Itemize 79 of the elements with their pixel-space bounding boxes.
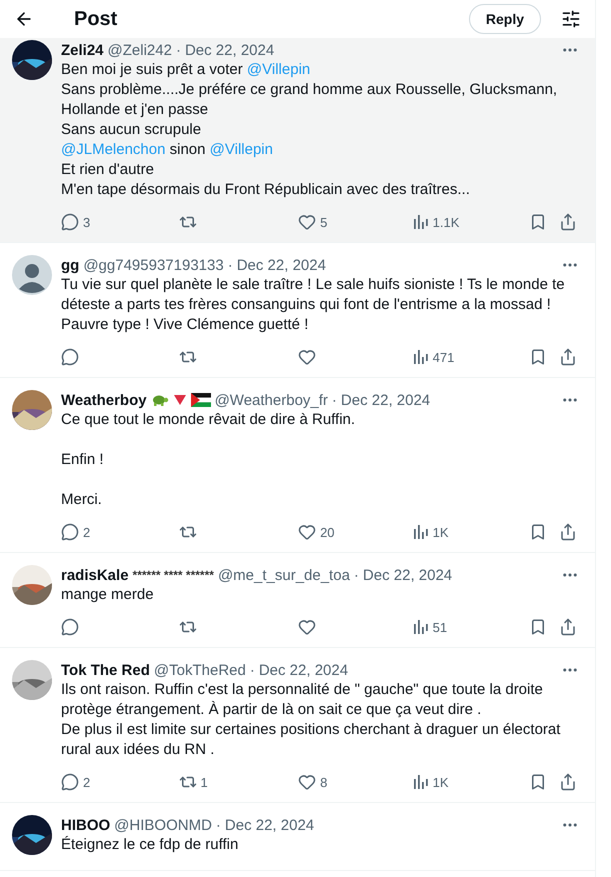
settings-icon[interactable] <box>561 9 581 29</box>
separator-dot: · <box>354 566 359 584</box>
user-handle[interactable]: @Weatherboy_fr <box>214 392 328 408</box>
reply-text: De plus il est limite sur certaines positions cherchant à draguer un électorat rural aux idées du RN . <box>61 720 562 760</box>
reply-icon[interactable] <box>61 523 79 541</box>
user-name[interactable]: gg <box>61 256 80 274</box>
reply-icon[interactable] <box>61 618 79 636</box>
view-count: 1K <box>432 774 449 790</box>
user-name[interactable]: Weatherboy <box>61 392 147 408</box>
reply-text: Sans problème....Je préfére ce grand homme aux Rousselle, Glucksmann, Hollande et j'en passe <box>61 80 558 120</box>
view-count: 471 <box>432 350 454 364</box>
user-name[interactable]: HIBOO <box>61 816 110 834</box>
reply-text: Ben moi je suis prêt a voter @Villepin <box>61 60 312 80</box>
share-icon[interactable] <box>559 773 578 791</box>
view-count: 1K <box>432 524 449 540</box>
user-name[interactable]: radisKale <box>61 566 129 584</box>
like-count: 20 <box>320 524 335 540</box>
user-handle[interactable]: @Zeli242 <box>108 42 172 58</box>
views-icon[interactable] <box>412 524 429 540</box>
reply-button[interactable]: Reply <box>468 4 541 34</box>
reply-text: Sans aucun scrupule <box>61 120 202 140</box>
separator-dot: · <box>216 816 221 834</box>
like-icon[interactable] <box>298 618 316 636</box>
post-date[interactable]: Dec 22, 2024 <box>184 42 274 58</box>
reply-icon[interactable] <box>61 773 79 791</box>
reply-text: Merci. <box>61 490 103 510</box>
like-count: 8 <box>320 774 328 790</box>
user-handle[interactable]: @me_t_sur_de_toa <box>218 566 350 584</box>
share-icon[interactable] <box>559 348 578 366</box>
reply-icon[interactable] <box>61 213 79 231</box>
separator-dot: · <box>228 256 233 274</box>
user-handle[interactable]: @TokTheRed <box>154 662 246 678</box>
page-title: Post <box>74 8 118 30</box>
post-date[interactable]: Dec 22, 2024 <box>340 392 430 408</box>
like-count: 5 <box>320 214 328 230</box>
views-icon[interactable] <box>412 619 429 635</box>
user-handle[interactable]: @HIBOONMD <box>114 816 212 834</box>
user-name[interactable]: Zeli24 <box>61 42 104 58</box>
repost-count: 1 <box>200 774 208 790</box>
share-icon[interactable] <box>559 213 578 231</box>
post-date[interactable]: Dec 22, 2024 <box>258 662 348 678</box>
like-icon[interactable] <box>298 523 316 541</box>
post-date[interactable]: Dec 22, 2024 <box>224 816 314 834</box>
separator-dot: · <box>250 662 255 678</box>
reply-text: @JLMelenchon sinon @Villepin <box>61 140 274 160</box>
like-icon[interactable] <box>298 348 316 366</box>
turtle-icon <box>150 393 169 407</box>
separator-dot: · <box>176 42 181 58</box>
reply-text: mange merde <box>61 585 155 605</box>
reply-text: Ce que tout le monde rêvait de dire à Ruffin. <box>61 410 356 430</box>
name-suffix: ****** **** ****** <box>132 568 214 582</box>
reply-text: Et rien d'autre <box>61 160 155 180</box>
user-name[interactable]: Tok The Red <box>61 662 150 678</box>
reply-count: 2 <box>83 774 90 790</box>
view-count: 1.1K <box>432 214 460 230</box>
reply-icon[interactable] <box>61 348 79 366</box>
separator-dot: · <box>332 392 337 408</box>
reply-count: 2 <box>83 524 90 540</box>
like-icon[interactable] <box>298 773 316 791</box>
post-date[interactable]: Dec 22, 2024 <box>236 256 326 274</box>
reply-text: Tu vie sur quel planète le sale traître ! Le sale huifs sioniste ! Ts le monde te déteste a parts tes frères consanguins qui font de l'entrisme a la mossad ! Pauvre type ! Vive Clémence guetté ! <box>61 275 566 335</box>
like-icon[interactable] <box>298 213 316 231</box>
post-date[interactable]: Dec 22, 2024 <box>362 566 452 584</box>
share-icon[interactable] <box>559 523 578 541</box>
reply-text: Enfin ! <box>61 450 105 470</box>
views-icon[interactable] <box>412 774 429 790</box>
views-icon[interactable] <box>412 214 429 230</box>
reply-text: Éteignez le ce fdp de ruffin <box>61 835 240 855</box>
default-avatar-icon[interactable] <box>12 255 52 295</box>
triangle-icon <box>172 394 187 406</box>
reply-card[interactable] <box>0 38 595 243</box>
share-icon[interactable] <box>559 618 578 636</box>
reply-count: 3 <box>83 214 90 230</box>
reply-text: Ils ont raison. Ruffin c'est la personnalité de " gauche" que toute la droite protège étrangement. À partir de là on sait ce que ça veut dire . <box>61 680 544 720</box>
view-count: 51 <box>432 620 448 634</box>
flag-icon <box>190 393 211 407</box>
reply-text: M'en tape désormais du Front Républicain avec des traîtres... <box>61 180 471 200</box>
user-handle[interactable]: @gg7495937193133 <box>83 256 224 274</box>
views-icon[interactable] <box>412 349 429 365</box>
